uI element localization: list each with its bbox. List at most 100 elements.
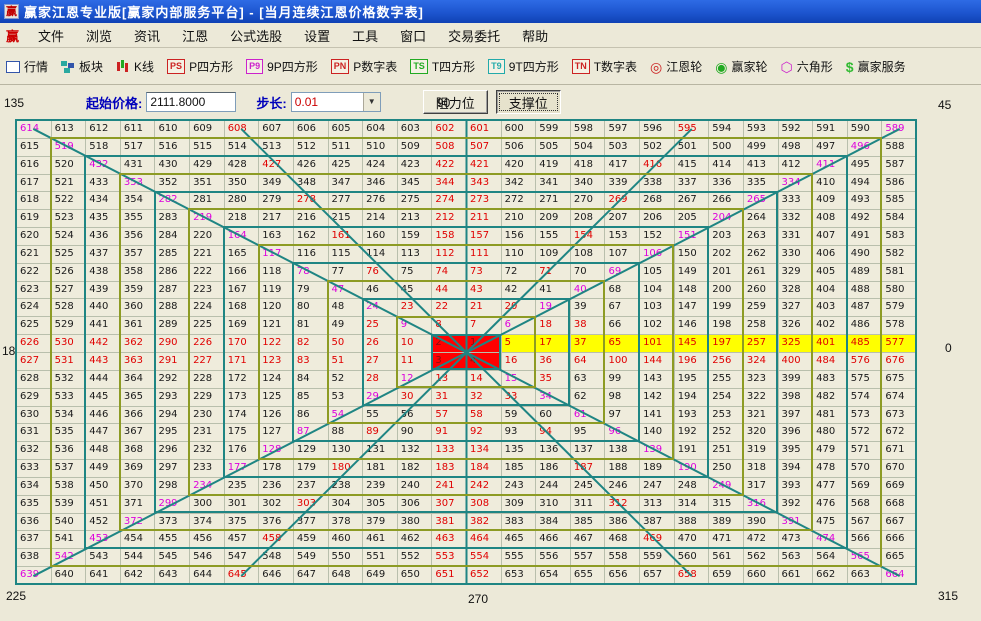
menu-item-10[interactable]: 帮助 [511, 23, 559, 48]
menu-item-2[interactable]: 浏览 [75, 23, 123, 48]
grid-cell[interactable]: 81 [294, 317, 329, 335]
grid-cell[interactable]: 156 [502, 228, 537, 246]
grid-cell[interactable]: 456 [190, 531, 225, 549]
grid-cell[interactable]: 210 [502, 210, 537, 228]
grid-cell[interactable]: 661 [779, 567, 814, 585]
grid-cell[interactable]: 40 [571, 282, 606, 300]
grid-cell[interactable]: 417 [605, 157, 640, 175]
grid-cell[interactable]: 497 [813, 139, 848, 157]
menu-item-9[interactable]: 交易委托 [437, 23, 511, 48]
grid-cell[interactable]: 654 [536, 567, 571, 585]
grid-cell[interactable]: 405 [813, 264, 848, 282]
grid-cell[interactable]: 643 [155, 567, 190, 585]
grid-cell[interactable]: 328 [779, 282, 814, 300]
grid-cell[interactable]: 374 [190, 514, 225, 532]
grid-cell[interactable]: 609 [190, 121, 225, 139]
grid-cell[interactable]: 13 [432, 371, 467, 389]
grid-cell[interactable]: 170 [225, 335, 260, 353]
grid-cell[interactable]: 112 [432, 246, 467, 264]
grid-cell[interactable]: 331 [779, 228, 814, 246]
grid-cell[interactable]: 6 [502, 317, 537, 335]
grid-cell[interactable]: 34 [536, 389, 571, 407]
grid-cell[interactable]: 329 [779, 264, 814, 282]
grid-cell[interactable]: 146 [675, 317, 710, 335]
grid-cell[interactable]: 383 [502, 514, 537, 532]
grid-cell[interactable]: 32 [467, 389, 502, 407]
grid-cell[interactable]: 408 [813, 210, 848, 228]
grid-cell[interactable]: 308 [467, 496, 502, 514]
grid-cell[interactable]: 626 [17, 335, 52, 353]
grid-cell[interactable]: 658 [675, 567, 710, 585]
grid-cell[interactable]: 381 [432, 514, 467, 532]
grid-cell[interactable]: 529 [52, 317, 87, 335]
grid-cell[interactable]: 617 [17, 175, 52, 193]
grid-cell[interactable]: 69 [605, 264, 640, 282]
grid-cell[interactable]: 142 [640, 389, 675, 407]
grid-cell[interactable]: 94 [536, 424, 571, 442]
grid-cell[interactable]: 673 [882, 407, 917, 425]
grid-cell[interactable]: 274 [432, 192, 467, 210]
grid-cell[interactable]: 384 [536, 514, 571, 532]
grid-cell[interactable]: 250 [709, 460, 744, 478]
resistance-button[interactable]: 阻力位 [423, 90, 488, 114]
grid-cell[interactable]: 447 [86, 424, 121, 442]
grid-cell[interactable]: 562 [744, 549, 779, 567]
grid-cell[interactable]: 144 [640, 353, 675, 371]
grid-cell[interactable]: 640 [52, 567, 87, 585]
grid-cell[interactable]: 88 [329, 424, 364, 442]
grid-cell[interactable]: 565 [848, 549, 883, 567]
grid-cell[interactable]: 514 [225, 139, 260, 157]
grid-cell[interactable]: 345 [398, 175, 433, 193]
grid-cell[interactable]: 84 [294, 371, 329, 389]
grid-cell[interactable]: 203 [709, 228, 744, 246]
grid-cell[interactable]: 195 [675, 371, 710, 389]
grid-cell[interactable]: 322 [744, 389, 779, 407]
grid-cell[interactable]: 541 [52, 531, 87, 549]
grid-cell[interactable]: 301 [225, 496, 260, 514]
grid-cell[interactable]: 584 [882, 210, 917, 228]
grid-cell[interactable]: 481 [813, 407, 848, 425]
grid-cell[interactable]: 470 [675, 531, 710, 549]
grid-cell[interactable]: 155 [536, 228, 571, 246]
grid-cell[interactable]: 109 [536, 246, 571, 264]
grid-cell[interactable]: 635 [17, 496, 52, 514]
grid-cell[interactable]: 396 [779, 424, 814, 442]
grid-cell[interactable]: 222 [190, 264, 225, 282]
grid-cell[interactable]: 82 [294, 335, 329, 353]
grid-cell[interactable]: 670 [882, 460, 917, 478]
grid-cell[interactable]: 230 [190, 407, 225, 425]
grid-cell[interactable]: 173 [225, 389, 260, 407]
grid-cell[interactable]: 451 [86, 496, 121, 514]
grid-cell[interactable]: 200 [709, 282, 744, 300]
grid-cell[interactable]: 252 [709, 424, 744, 442]
grid-cell[interactable]: 244 [536, 478, 571, 496]
grid-cell[interactable]: 178 [259, 460, 294, 478]
grid-cell[interactable]: 596 [640, 121, 675, 139]
grid-cell[interactable]: 357 [121, 246, 156, 264]
grid-cell[interactable]: 196 [675, 353, 710, 371]
grid-cell[interactable]: 248 [675, 478, 710, 496]
grid-cell[interactable]: 370 [121, 478, 156, 496]
grid-cell[interactable]: 300 [190, 496, 225, 514]
grid-cell[interactable]: 29 [363, 389, 398, 407]
grid-cell[interactable]: 398 [779, 389, 814, 407]
grid-cell[interactable]: 674 [882, 389, 917, 407]
grid-cell[interactable]: 198 [709, 317, 744, 335]
grid-cell[interactable]: 496 [848, 139, 883, 157]
grid-cell[interactable]: 141 [640, 407, 675, 425]
grid-cell[interactable]: 348 [294, 175, 329, 193]
grid-cell[interactable]: 25 [363, 317, 398, 335]
grid-cell[interactable]: 446 [86, 407, 121, 425]
grid-cell[interactable]: 193 [675, 407, 710, 425]
grid-cell[interactable]: 420 [502, 157, 537, 175]
grid-cell[interactable]: 494 [848, 175, 883, 193]
grid-cell[interactable]: 267 [675, 192, 710, 210]
grid-cell[interactable]: 675 [882, 371, 917, 389]
grid-cell[interactable]: 2 [432, 335, 467, 353]
grid-cell[interactable]: 59 [502, 407, 537, 425]
grid-cell[interactable]: 134 [467, 442, 502, 460]
grid-cell[interactable]: 288 [155, 299, 190, 317]
grid-cell[interactable]: 563 [779, 549, 814, 567]
grid-cell[interactable]: 669 [882, 478, 917, 496]
grid-cell[interactable]: 464 [467, 531, 502, 549]
